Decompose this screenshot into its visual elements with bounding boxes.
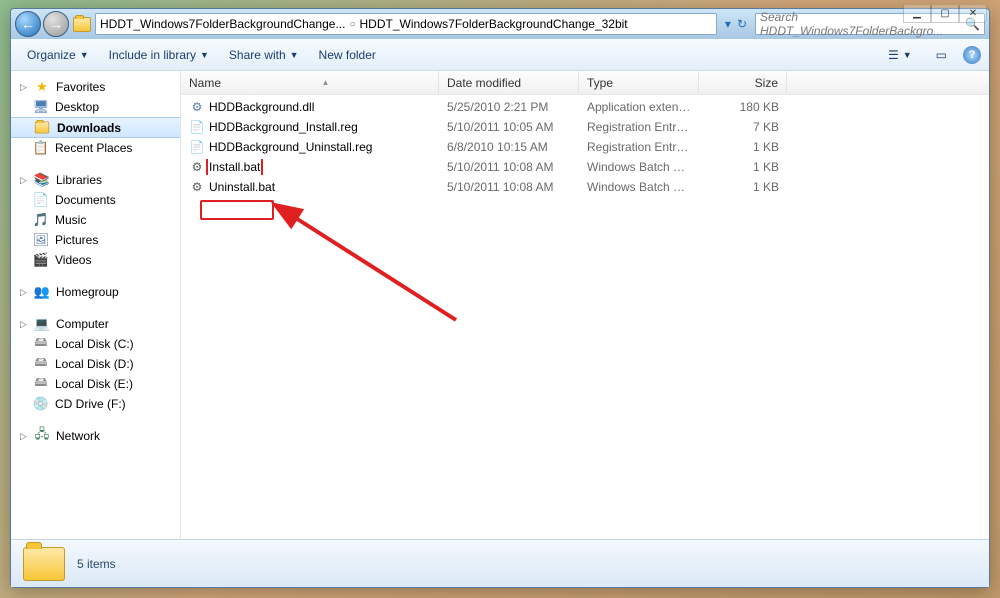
forward-button[interactable]: → [43,11,69,37]
file-row[interactable]: ⚙ Install.bat 5/10/2011 10:08 AMWindows Ba… [181,157,989,177]
col-type[interactable]: Type [579,71,699,94]
file-size: 1 KB [699,140,787,154]
file-row[interactable]: ⚙ HDDBackground.dll 5/25/2010 2:21 PMAppli… [181,97,989,117]
breadcrumb-seg2[interactable]: HDDT_Windows7FolderBackgroundChange_32bi… [360,17,628,31]
sidebar-drive-d[interactable]: 🖴Local Disk (D:) [11,354,180,374]
file-reg-icon: 📄 [189,119,205,135]
computer-header[interactable]: ▷💻Computer [11,314,180,334]
file-type: Registration Entries [579,140,699,154]
file-row[interactable]: 📄 HDDBackground_Uninstall.reg 6/8/2010 10:… [181,137,989,157]
file-type: Application extensi... [579,100,699,114]
toolbar: Organize▼ Include in library▼ Share with… [11,39,989,71]
status-bar: 5 items [11,539,989,587]
file-rows: ⚙ HDDBackground.dll 5/25/2010 2:21 PMAppli… [181,95,989,539]
navigation-pane: ▷★Favorites 🖥Desktop Downloads 📋Recent P… [11,71,181,539]
dropdown-icon[interactable]: ▾ [725,17,731,31]
file-size: 1 KB [699,180,787,194]
include-library-button[interactable]: Include in library▼ [101,44,217,66]
nav-buttons: ← → [15,11,69,37]
maximize-button[interactable]: ▢ [931,5,959,23]
folder-large-icon [23,547,65,581]
view-button[interactable]: ☰▼ [880,44,920,66]
file-type: Windows Batch File [579,180,699,194]
file-row[interactable]: ⚙ Uninstall.bat 5/10/2011 10:08 AMWindows … [181,177,989,197]
breadcrumb-seg1[interactable]: HDDT_Windows7FolderBackgroundChange... [100,17,345,31]
sidebar-recent-places[interactable]: 📋Recent Places [11,138,180,158]
address-controls: ▾ ↻ [721,17,751,31]
favorites-header[interactable]: ▷★Favorites [11,77,180,97]
sidebar-music[interactable]: 🎵Music [11,210,180,230]
libraries-header[interactable]: ▷📚Libraries [11,170,180,190]
file-type: Registration Entries [579,120,699,134]
file-name: HDDBackground_Install.reg [209,120,358,134]
homegroup-header[interactable]: ▷👥Homegroup [11,282,180,302]
item-count: 5 items [77,557,116,571]
sidebar-cd-f[interactable]: 💿CD Drive (F:) [11,394,180,414]
file-dll-icon: ⚙ [189,99,205,115]
col-name[interactable]: Name▴ [181,71,439,94]
organize-button[interactable]: Organize▼ [19,44,97,66]
sidebar-drive-e[interactable]: 🖴Local Disk (E:) [11,374,180,394]
content-area: ▷★Favorites 🖥Desktop Downloads 📋Recent P… [11,71,989,539]
sidebar-pictures[interactable]: 🖼Pictures [11,230,180,250]
titlebar: ← → HDDT_Windows7FolderBackgroundChange.… [11,9,989,39]
share-with-button[interactable]: Share with▼ [221,44,307,66]
sidebar-documents[interactable]: 📄Documents [11,190,180,210]
file-row[interactable]: 📄 HDDBackground_Install.reg 5/10/2011 10:0… [181,117,989,137]
address-bar[interactable]: HDDT_Windows7FolderBackgroundChange... ○… [95,13,717,35]
col-size[interactable]: Size [699,71,787,94]
file-date: 5/10/2011 10:08 AM [439,160,579,174]
minimize-button[interactable]: ▁ [903,5,931,23]
file-date: 5/25/2010 2:21 PM [439,100,579,114]
sidebar-videos[interactable]: 🎬Videos [11,250,180,270]
file-list-pane: Name▴ Date modified Type Size ⚙ HDDBackgr… [181,71,989,539]
file-name: Install.bat [209,160,260,174]
close-button[interactable]: ✕ [959,5,987,23]
file-name: HDDBackground.dll [209,100,314,114]
file-size: 7 KB [699,120,787,134]
help-button[interactable]: ? [963,46,981,64]
file-date: 5/10/2011 10:08 AM [439,180,579,194]
preview-pane-button[interactable]: ▭ [928,44,955,66]
file-size: 1 KB [699,160,787,174]
refresh-icon[interactable]: ↻ [737,17,747,31]
sidebar-downloads[interactable]: Downloads [11,117,180,138]
folder-icon [73,17,91,32]
col-date[interactable]: Date modified [439,71,579,94]
sidebar-desktop[interactable]: 🖥Desktop [11,97,180,117]
sidebar-drive-c[interactable]: 🖴Local Disk (C:) [11,334,180,354]
file-size: 180 KB [699,100,787,114]
file-name: HDDBackground_Uninstall.reg [209,140,372,154]
file-bat-icon: ⚙ [189,179,205,195]
column-headers: Name▴ Date modified Type Size [181,71,989,95]
network-header[interactable]: ▷🖧Network [11,426,180,446]
file-bat-icon: ⚙ [189,159,205,175]
new-folder-button[interactable]: New folder [311,44,384,66]
explorer-window: ▁ ▢ ✕ ← → HDDT_Windows7FolderBackgroundC… [10,8,990,588]
file-reg-icon: 📄 [189,139,205,155]
back-button[interactable]: ← [15,11,41,37]
window-controls: ▁ ▢ ✕ [903,5,987,23]
breadcrumb-sep: ○ [349,19,355,30]
file-name: Uninstall.bat [209,180,275,194]
file-type: Windows Batch File [579,160,699,174]
file-date: 6/8/2010 10:15 AM [439,140,579,154]
file-date: 5/10/2011 10:05 AM [439,120,579,134]
